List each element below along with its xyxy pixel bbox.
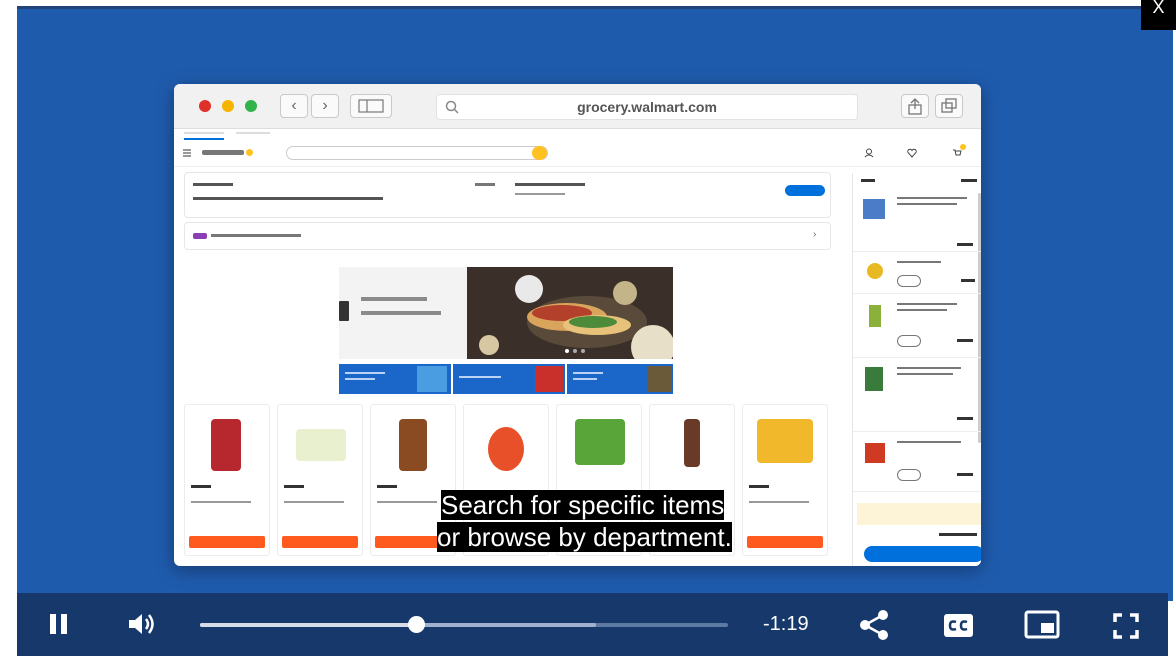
fullscreen-icon[interactable]: [1113, 613, 1139, 639]
url-text: grocery.walmart.com: [577, 99, 717, 115]
maximize-dot-icon: [245, 100, 257, 112]
progress-bar[interactable]: [200, 616, 728, 633]
cart-item: [853, 253, 981, 294]
played-bar: [200, 623, 417, 627]
product-card: [277, 404, 363, 556]
sidebar-icon: [350, 94, 392, 118]
pickup-banner: [184, 172, 831, 218]
player-controls: -1:19: [17, 593, 1168, 656]
close-dot-icon: [199, 100, 211, 112]
free-delivery-promo: ›: [184, 222, 831, 250]
volume-icon[interactable]: [127, 610, 161, 638]
heart-icon: [907, 148, 917, 158]
cart-panel: [852, 173, 981, 566]
time-remaining: -1:19: [763, 613, 809, 635]
cart-notice: [857, 503, 981, 525]
picture-in-picture-icon[interactable]: [1024, 610, 1062, 640]
share-icon[interactable]: [857, 608, 891, 642]
product-card: [742, 404, 828, 556]
site-tabs: [174, 129, 981, 141]
cart-item: [853, 359, 981, 432]
add-to-cart-button: [282, 536, 358, 548]
close-button[interactable]: X: [1141, 0, 1176, 30]
pause-icon[interactable]: [47, 611, 71, 637]
tacos-hero-image: [467, 267, 673, 359]
cart-item: [853, 295, 981, 358]
caption-line-1: Search for specific items: [441, 490, 725, 520]
walmart-search-field: [286, 146, 548, 160]
hero-text-panel: [339, 267, 467, 359]
tabs-icon: [935, 94, 963, 118]
cart-item: [853, 433, 981, 492]
browser-toolbar: ‹ › grocery.walmart.com: [174, 84, 981, 129]
account-icon: [864, 148, 874, 158]
menu-icon: [183, 149, 191, 157]
minimize-dot-icon: [222, 100, 234, 112]
url-bar: grocery.walmart.com: [436, 94, 858, 120]
chevron-right-icon: ›: [813, 229, 817, 240]
scrubber-handle[interactable]: [408, 616, 426, 633]
checkout-pill: [785, 185, 825, 196]
share-icon: [901, 94, 929, 118]
product-card: [184, 404, 270, 556]
easter-tile: [339, 364, 451, 394]
carousel-prev-icon: [339, 301, 349, 321]
cart-count-badge: [960, 144, 966, 150]
cart-checkout-button: [864, 546, 981, 562]
snacking-tile: [453, 364, 565, 394]
add-to-cart-button: [189, 536, 265, 548]
walmart-header: [174, 142, 981, 167]
cart-item: [853, 189, 981, 252]
forward-arrow-icon: ›: [311, 94, 339, 118]
back-arrow-icon: ‹: [280, 94, 308, 118]
search-icon: [532, 146, 547, 160]
plant-based-tile: [567, 364, 673, 394]
walmart-logo: [202, 150, 244, 155]
closed-captions-icon[interactable]: [943, 613, 975, 639]
add-to-cart-button: [747, 536, 823, 548]
spark-icon: [246, 149, 253, 156]
caption-line-2: or browse by department.: [437, 522, 732, 552]
